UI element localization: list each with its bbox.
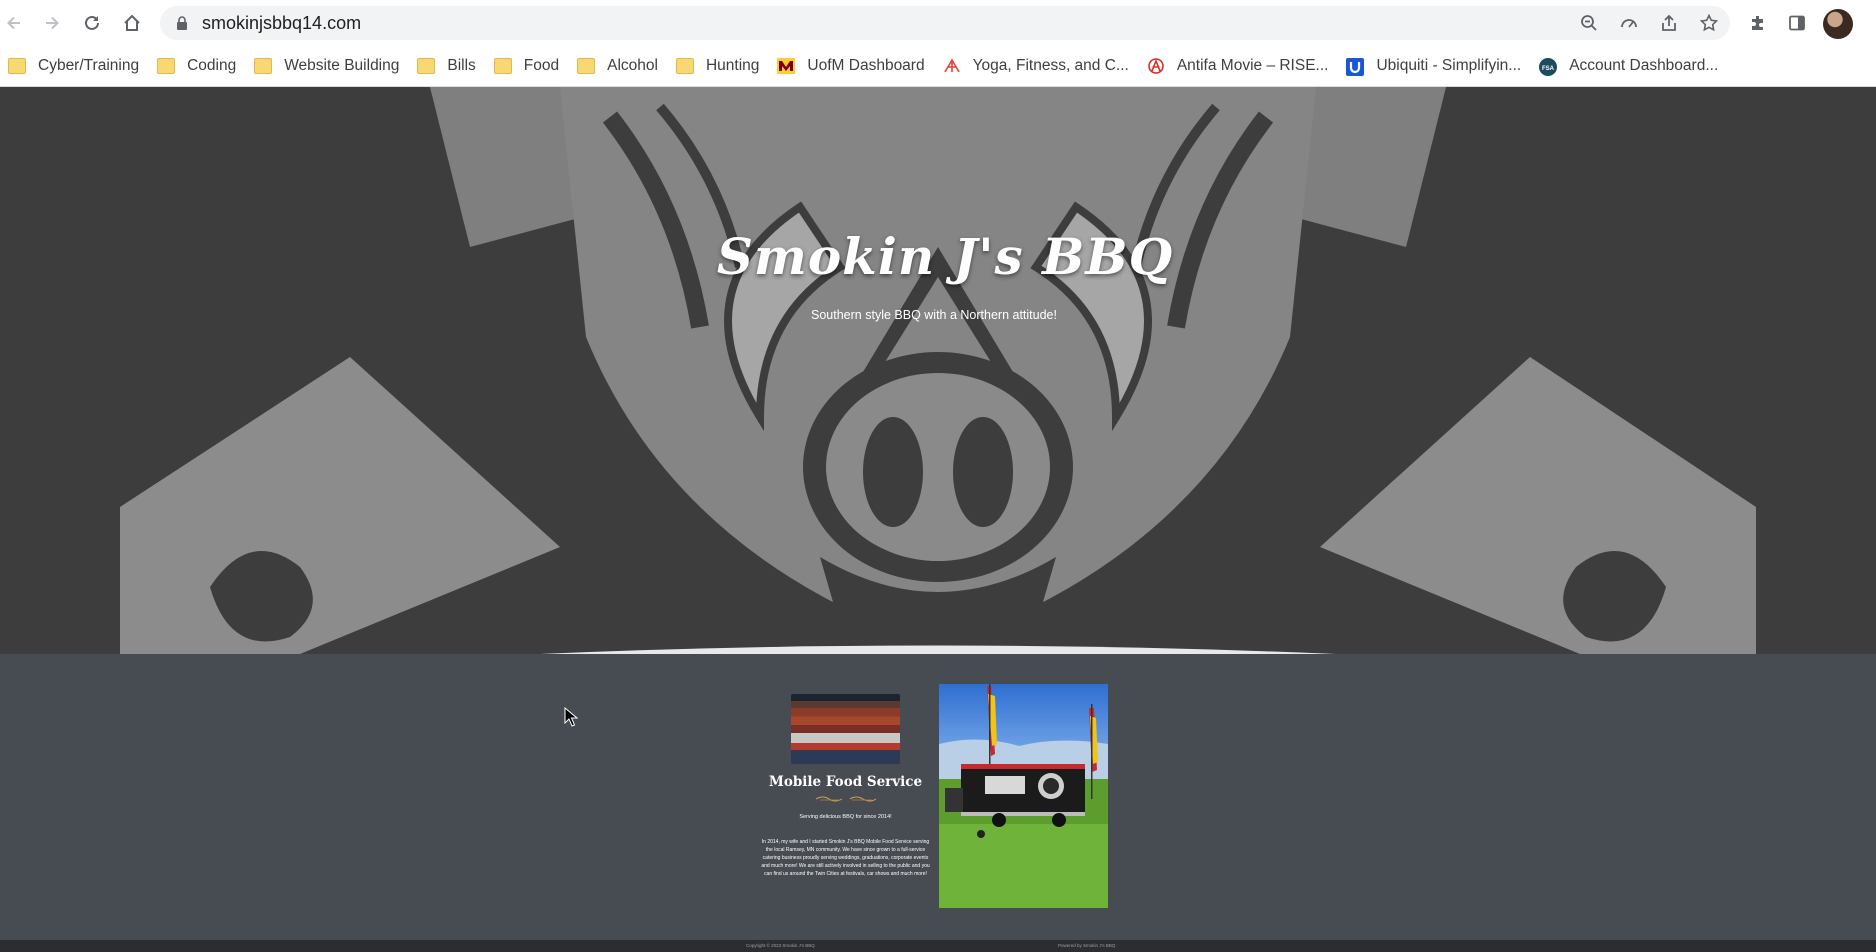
food-truck-image <box>939 684 1108 908</box>
home-icon[interactable] <box>120 11 144 35</box>
side-panel-icon[interactable] <box>1783 9 1811 37</box>
folder-icon <box>254 58 273 74</box>
site-tagline: Southern style BBQ with a Northern attit… <box>811 308 1057 322</box>
share-icon[interactable] <box>1656 11 1682 35</box>
bookmark-label: Hunting <box>705 57 760 74</box>
bookmark-label: Coding <box>187 57 237 74</box>
folder-icon <box>577 58 596 74</box>
site-title: Smokin J's BBQ <box>716 227 1174 286</box>
back-icon[interactable] <box>2 11 26 35</box>
card-subtitle: Serving delicious BBQ for since 2014! <box>799 814 892 820</box>
folder-icon <box>157 58 176 74</box>
boar-logo-background <box>0 87 1876 654</box>
card-body-text: In 2014, my wife and I started Smokin J'… <box>761 839 930 877</box>
folder-icon <box>675 58 694 74</box>
folder-icon <box>8 58 26 74</box>
footer-powered-by: Powered by Smokin J's BBQ <box>1058 943 1116 948</box>
mouse-cursor-icon <box>564 707 578 727</box>
url-text[interactable]: smokinjsbbq14.com <box>202 13 361 34</box>
profile-avatar[interactable] <box>1823 9 1853 39</box>
reload-icon[interactable] <box>80 11 104 35</box>
bookmark-star-icon[interactable] <box>1696 11 1722 35</box>
zoom-icon[interactable] <box>1576 11 1602 35</box>
folder-icon <box>493 58 512 74</box>
bookmark-label: Ubiquiti - Simplifyin... <box>1376 57 1522 74</box>
bookmark-label: UofM Dashboard <box>807 57 925 74</box>
extensions-icon[interactable] <box>1744 9 1772 37</box>
address-bar-actions <box>1576 11 1722 35</box>
bookmark-label: Website Building <box>284 57 400 74</box>
bookmark-food[interactable]: Food <box>486 51 569 81</box>
performance-icon[interactable] <box>1616 11 1642 35</box>
bookmark-account-dashboard[interactable]: FSA Account Dashboard... <box>1531 51 1728 81</box>
bookmark-coding[interactable]: Coding <box>149 51 246 81</box>
hero-section: Smokin J's BBQ Southern style BBQ with a… <box>0 87 1876 654</box>
lock-icon[interactable] <box>176 16 188 35</box>
folder-icon <box>417 58 436 74</box>
bookmark-label: Yoga, Fitness, and C... <box>972 57 1129 74</box>
bookmark-hunting[interactable]: Hunting <box>668 51 769 81</box>
mobile-food-service-heading: Mobile Food Service <box>768 774 923 790</box>
forward-icon[interactable] <box>40 11 64 35</box>
address-bar[interactable]: smokinjsbbq14.com <box>160 6 1730 40</box>
svg-text:FSA: FSA <box>1542 66 1555 72</box>
bookmark-label: Antifa Movie – RISE... <box>1176 57 1329 74</box>
ubiquiti-icon <box>1346 58 1365 76</box>
anarchy-a-icon <box>1147 58 1165 74</box>
bookmark-cyber-training[interactable]: Cyber/Training <box>0 51 149 81</box>
bbq-grill-image <box>791 694 900 764</box>
bookmark-yoga-fitness[interactable]: Yoga, Fitness, and C... <box>935 51 1139 81</box>
bookmark-bills[interactable]: Bills <box>409 51 485 81</box>
page-footer: Copyright © 2023 Smokin J's BBQ Powered … <box>0 940 1876 952</box>
bookmark-label: Bills <box>447 57 476 74</box>
food-truck-photo <box>939 684 1108 908</box>
bookmark-label: Food <box>523 57 560 74</box>
bookmark-label: Account Dashboard... <box>1569 57 1719 74</box>
bookmarks-bar: Cyber/Training Coding Website Building B… <box>0 46 1876 87</box>
bookmark-alcohol[interactable]: Alcohol <box>569 51 668 81</box>
bookmark-antifa-movie[interactable]: Antifa Movie – RISE... <box>1139 51 1339 81</box>
content-section: Mobile Food Service Serving delicious BB… <box>0 654 1876 940</box>
bookmark-label: Cyber/Training <box>38 57 140 74</box>
bookmark-label: Alcohol <box>607 57 658 74</box>
ornament-divider <box>815 796 877 802</box>
umn-logo-icon <box>777 58 796 74</box>
bookmark-ubiquiti[interactable]: Ubiquiti - Simplifyin... <box>1338 51 1531 81</box>
browser-toolbar: smokinjsbbq14.com <box>0 0 1876 46</box>
yoga-site-icon <box>943 58 961 74</box>
fsa-icon: FSA <box>1539 58 1558 76</box>
bookmark-website-building[interactable]: Website Building <box>246 51 409 81</box>
footer-copyright: Copyright © 2023 Smokin J's BBQ <box>746 943 815 948</box>
bookmark-uofm-dashboard[interactable]: UofM Dashboard <box>769 51 934 81</box>
